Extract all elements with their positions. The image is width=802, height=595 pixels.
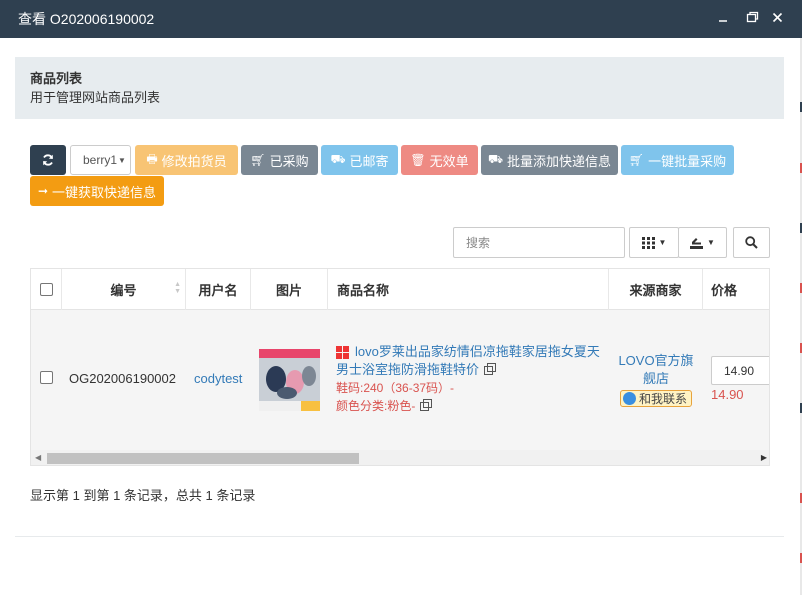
row-id: OG202006190002 [69,371,176,386]
window-titlebar: 查看 O202006190002 [0,0,802,38]
column-header-image-label: 图片 [275,283,302,298]
refresh-icon [43,154,53,166]
merchant-name[interactable]: LOVO官方旗舰店 [616,352,696,388]
tmall-icon [336,346,349,360]
product-info: lovo罗莱出品家纺情侣凉拖鞋家居拖女夏天男士浴室拖防滑拖鞋特价 鞋码:240（… [336,343,604,415]
caret-down-icon: ▼ [658,238,667,247]
product-image[interactable] [259,349,320,411]
caret-down-icon: ▼ [707,238,715,247]
panel-title: 商品列表 [30,71,83,86]
product-table: 编号 ▲ ▼ 用户名 图片 商品名称 来源商家 价格 OG202006190002… [30,268,770,466]
row-checkbox[interactable] [40,371,53,384]
table-row: OG202006190002 codytest lovo罗莱出品家纺情侣凉拖鞋家… [31,310,769,450]
purchased-button[interactable]: 🛒︎ 已采购 [241,145,318,175]
table-header: 编号 ▲ ▼ 用户名 图片 商品名称 来源商家 价格 [31,269,769,310]
wangwang-icon [622,392,636,405]
buyer-select[interactable]: berry1 ▼ [70,145,131,175]
truck-icon: ⛟ [330,152,346,166]
window-title: 查看 O202006190002 [18,11,155,27]
contact-seller-label: 和我联系 [638,391,687,406]
sort-icon: ▲ ▼ [174,281,181,295]
select-all-checkbox[interactable] [39,283,53,296]
merchant-cell: LOVO官方旗舰店 和我联系 [616,352,696,410]
change-buyer-label: 修改拍货员 [161,153,227,169]
cart-icon: 🛒︎ [250,153,266,167]
search-button[interactable] [733,227,770,258]
caret-down-icon: ▼ [118,155,126,165]
copy-icon[interactable] [484,363,497,376]
column-header-product-name-label: 商品名称 [337,283,390,298]
print-icon: 🖶 [146,151,158,166]
product-size: 鞋码:240（36-37码）- [336,381,455,395]
column-header-merchant: 来源商家 [609,269,703,310]
product-color-line: 颜色分类:粉色- [336,397,604,415]
row-username[interactable]: codytest [194,371,242,386]
purchased-label: 已采购 [269,153,309,169]
columns-toggle-button[interactable]: ▼ [629,227,679,258]
truck-icon: ⛟ [487,152,504,166]
column-header-username-label: 用户名 [198,283,238,298]
copy-icon[interactable] [420,399,433,412]
change-buyer-button[interactable]: 🖶 修改拍货员 [135,145,238,175]
invalid-order-button[interactable]: 🗑︎ 无效单 [401,145,478,175]
fetch-express-label: 一键获取快递信息 [52,184,157,200]
close-icon[interactable] [768,8,786,26]
batch-add-express-label: 批量添加快递信息 [507,153,612,169]
mailed-label: 已邮寄 [349,153,389,169]
arrow-right-icon: ➞ [37,184,49,198]
search-icon [745,236,758,249]
panel-header: 商品列表 用于管理网站商品列表 [15,57,784,119]
column-header-id[interactable]: 编号 ▲ ▼ [62,269,186,310]
row-checkbox-cell [40,371,53,384]
pagination-summary: 显示第 1 到第 1 条记录，总共 1 条记录 [30,488,256,503]
batch-purchase-button[interactable]: 🛒︎ 一键批量采购 [621,145,734,175]
refresh-button[interactable] [30,145,66,175]
column-header-product-name: 商品名称 [328,269,609,310]
column-header-price: 价格 [703,269,769,310]
column-header-image: 图片 [251,269,328,310]
select-all-cell [31,269,62,310]
contact-seller-button[interactable]: 和我联系 [619,390,692,407]
grid-icon [641,236,655,249]
panel-subtitle: 用于管理网站商品列表 [30,90,161,105]
product-name-link[interactable]: lovo罗莱出品家纺情侣凉拖鞋家居拖女夏天男士浴室拖防滑拖鞋特价 [336,344,600,377]
column-header-price-label: 价格 [711,283,738,298]
trash-icon: 🗑︎ [410,153,426,167]
product-name-line: lovo罗莱出品家纺情侣凉拖鞋家居拖女夏天男士浴室拖防滑拖鞋特价 [336,343,604,379]
column-header-username: 用户名 [186,269,251,310]
product-color: 颜色分类:粉色- [336,399,416,413]
product-thumbnail [259,349,320,411]
export-button[interactable]: ▼ [678,227,727,258]
scroll-right-icon[interactable]: ▶ [761,453,767,462]
buyer-select-value: berry1 [83,153,118,167]
horizontal-scrollbar[interactable]: ◀ ▶ [31,450,769,465]
row-price: 14.90 [711,387,744,402]
price-input[interactable] [711,356,769,385]
download-icon [690,238,704,249]
invalid-order-label: 无效单 [429,153,469,169]
minimize-icon[interactable] [714,8,732,26]
search-input[interactable] [453,227,625,258]
cart-icon: 🛒︎ [628,153,645,167]
column-header-merchant-label: 来源商家 [629,283,682,298]
divider [15,536,784,537]
mailed-button[interactable]: ⛟ 已邮寄 [321,145,398,175]
scroll-left-icon[interactable]: ◀ [35,453,41,462]
batch-add-express-button[interactable]: ⛟ 批量添加快递信息 [481,145,618,175]
maximize-icon[interactable] [743,8,761,26]
column-header-id-label: 编号 [110,283,137,298]
fetch-express-button[interactable]: ➞ 一键获取快递信息 [30,176,164,206]
batch-purchase-label: 一键批量采购 [648,153,727,169]
scrollbar-thumb[interactable] [47,453,359,464]
